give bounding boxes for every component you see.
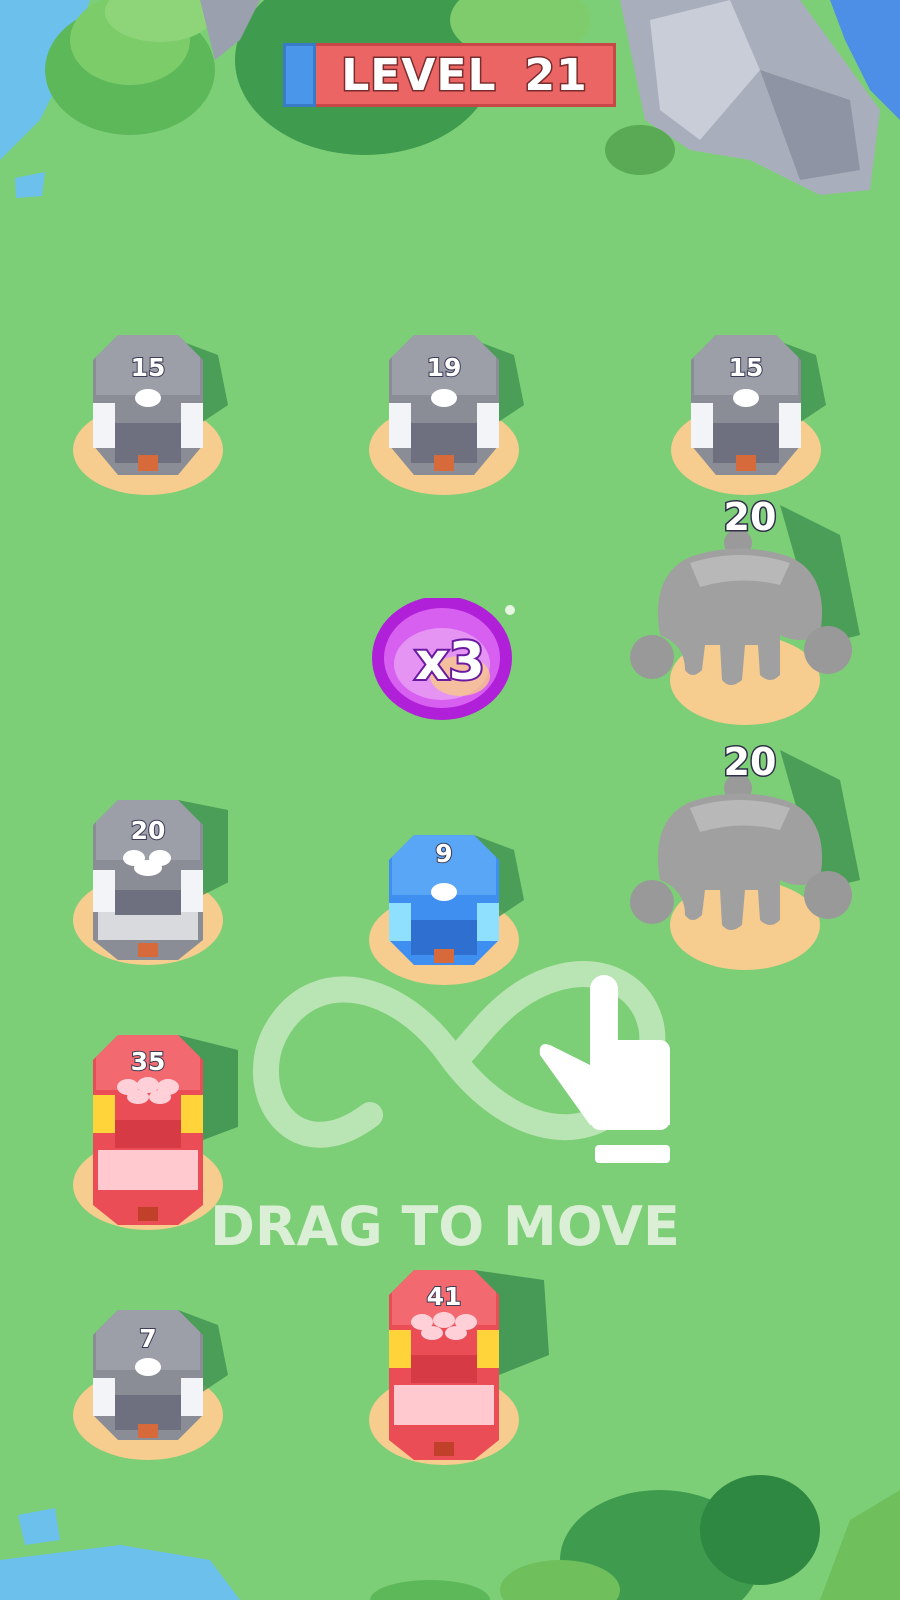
tower-red-1[interactable]: 35	[68, 1035, 238, 1235]
level-number: 21	[523, 48, 588, 102]
tower-gray-5[interactable]: 7	[68, 1310, 228, 1480]
tower-gray-2[interactable]: 19	[364, 335, 524, 505]
tower-count: 41	[426, 1281, 463, 1312]
tower-count: 20	[130, 815, 167, 846]
rock-obstacle-2[interactable]: 20	[630, 739, 870, 980]
multiplier-label: x3	[413, 630, 487, 694]
tower-gray-1[interactable]: 15	[68, 335, 228, 505]
tower-count: 9	[434, 838, 453, 869]
tutorial-gesture	[252, 961, 670, 1163]
level-indicator: LEVEL 21	[283, 43, 616, 107]
tower-gray-3[interactable]: 15	[666, 335, 826, 505]
tower-count: 35	[130, 1046, 167, 1077]
tower-count: 19	[426, 352, 463, 383]
multiplier-bonus-x3[interactable]: x3	[370, 566, 530, 738]
level-label: LEVEL	[340, 48, 497, 102]
game-scene[interactable]: LEVEL 21 15 19 15 20 x3 20 20 9 DRAG TO …	[0, 0, 900, 1600]
rock-count: 20	[722, 739, 778, 786]
tutorial-hint-text: DRAG TO MOVE	[210, 1195, 680, 1258]
tower-count: 7	[138, 1323, 157, 1354]
level-progress-fill	[283, 43, 316, 107]
tower-gray-4[interactable]: 20	[68, 800, 228, 980]
tower-count: 15	[130, 352, 167, 383]
tower-count: 15	[728, 352, 765, 383]
level-label-box: LEVEL 21	[316, 43, 616, 107]
rock-obstacle-1[interactable]: 20	[630, 494, 870, 735]
rock-count: 20	[722, 494, 778, 541]
tower-red-2[interactable]: 41	[364, 1270, 549, 1470]
